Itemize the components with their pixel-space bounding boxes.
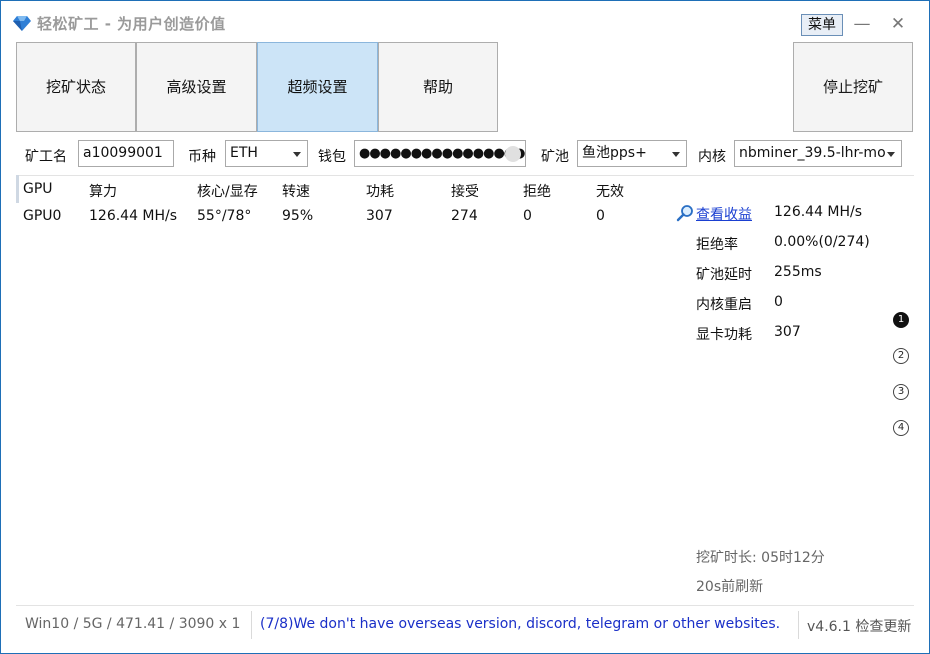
cell-accepted: 274 — [451, 208, 478, 224]
pool-latency-label: 矿池延时 — [696, 267, 752, 283]
view-profit-link[interactable]: 查看收益 — [696, 204, 752, 224]
cell-rejected: 0 — [523, 208, 532, 224]
wallet-label: 钱包 — [318, 149, 346, 165]
tab-mining-status[interactable]: 挖矿状态 — [16, 42, 136, 132]
window-title: 轻松矿工 - 为用户创造价值 — [37, 15, 226, 33]
status-divider — [251, 611, 252, 639]
chevron-down-icon — [887, 152, 895, 157]
col-header-invalid: 无效 — [596, 184, 624, 200]
tab-help[interactable]: 帮助 — [378, 42, 498, 132]
col-header-temp: 核心/显存 — [197, 184, 258, 200]
col-header-power: 功耗 — [366, 184, 394, 200]
status-divider — [798, 611, 799, 639]
magnifier-icon — [676, 205, 693, 222]
app-window: 轻松矿工 - 为用户创造价值 菜单 — ✕ 挖矿状态 高级设置 超频设置 帮助 … — [0, 0, 930, 654]
reject-rate-value: 0.00%(0/274) — [774, 234, 870, 250]
wallet-dropdown-icon[interactable] — [505, 146, 521, 162]
col-header-fan: 转速 — [282, 184, 310, 200]
summary-hashrate: 126.44 MH/s — [774, 204, 863, 220]
page-1-button[interactable]: 1 — [893, 312, 909, 328]
gpu-power-value: 307 — [774, 324, 801, 340]
page-2-button[interactable]: 2 — [893, 348, 909, 364]
title-bar[interactable]: 轻松矿工 - 为用户创造价值 菜单 — ✕ — [1, 1, 929, 41]
gpu-power-label: 显卡功耗 — [696, 327, 752, 343]
kernel-restart-label: 内核重启 — [696, 297, 752, 313]
refresh-note: 20s前刷新 — [696, 579, 764, 595]
wallet-input[interactable]: ●●●●●●●●●●●●●●●●●●● — [354, 140, 526, 167]
minimize-button[interactable]: — — [847, 11, 877, 37]
pool-select-value: 鱼池pps+ — [582, 145, 647, 161]
pool-select[interactable]: 鱼池pps+ — [577, 140, 687, 167]
chevron-down-icon — [293, 152, 301, 157]
mining-time: 挖矿时长: 05时12分 — [696, 550, 825, 566]
cell-power: 307 — [366, 208, 393, 224]
pool-label: 矿池 — [541, 149, 569, 165]
status-message: (7/8)We don't have overseas version, dis… — [260, 616, 781, 632]
wallet-masked-value: ●●●●●●●●●●●●●●●●●●● — [359, 146, 525, 161]
cell-fan: 95% — [282, 208, 314, 224]
coin-label: 币种 — [188, 149, 216, 165]
chevron-down-icon — [672, 152, 680, 157]
table-header-marker — [16, 175, 19, 203]
cell-invalid: 0 — [596, 208, 605, 224]
col-header-hashrate: 算力 — [89, 184, 117, 200]
menu-button[interactable]: 菜单 — [801, 14, 843, 36]
coin-select-value: ETH — [230, 145, 258, 161]
stop-mining-button[interactable]: 停止挖矿 — [793, 42, 913, 132]
tab-overclock-settings[interactable]: 超频设置 — [257, 42, 378, 132]
page-4-button[interactable]: 4 — [893, 420, 909, 436]
tab-advanced-settings[interactable]: 高级设置 — [136, 42, 257, 132]
cell-temp: 55°/78° — [197, 208, 252, 224]
version-check-update[interactable]: v4.6.1 检查更新 — [807, 616, 911, 636]
pool-latency-value: 255ms — [774, 264, 822, 280]
col-header-accepted: 接受 — [451, 184, 479, 200]
coin-select[interactable]: ETH — [225, 140, 308, 167]
kernel-select[interactable]: nbminer_39.5-lhr-mo — [734, 140, 902, 167]
diamond-logo-icon — [13, 16, 31, 31]
col-header-rejected: 拒绝 — [523, 184, 551, 200]
close-button[interactable]: ✕ — [883, 11, 913, 37]
miner-name-label: 矿工名 — [25, 149, 67, 165]
col-header-gpu: GPU — [23, 181, 53, 197]
reject-rate-label: 拒绝率 — [696, 237, 738, 253]
kernel-select-value: nbminer_39.5-lhr-mo — [739, 145, 886, 161]
cell-gpu: GPU0 — [23, 208, 62, 224]
kernel-label: 内核 — [698, 149, 726, 165]
page-3-button[interactable]: 3 — [893, 384, 909, 400]
cell-hashrate: 126.44 MH/s — [89, 208, 178, 224]
system-info: Win10 / 5G / 471.41 / 3090 x 1 — [25, 616, 241, 632]
kernel-restart-value: 0 — [774, 294, 783, 310]
miner-name-input[interactable]: a10099001 — [78, 140, 174, 167]
